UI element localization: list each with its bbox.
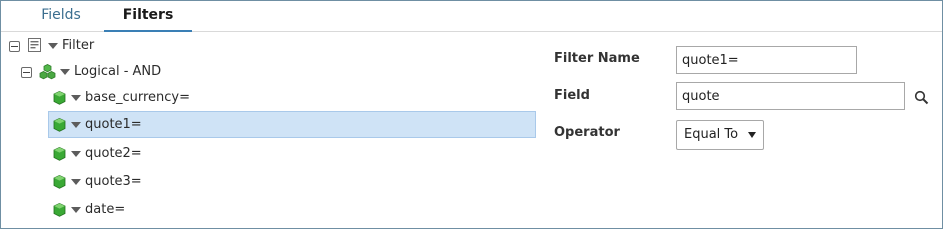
collapse-toggle-icon[interactable] bbox=[9, 41, 20, 52]
field-label: Field bbox=[554, 88, 590, 103]
operator-select[interactable]: Equal To bbox=[676, 120, 764, 150]
tree-item[interactable]: quote3= bbox=[53, 171, 253, 193]
green-cube-icon bbox=[53, 203, 66, 217]
tree-root-label: Filter bbox=[62, 38, 95, 53]
tree-item-label: quote2= bbox=[85, 146, 142, 161]
chevron-down-icon[interactable] bbox=[71, 179, 81, 185]
tree-item[interactable]: base_currency= bbox=[53, 87, 253, 109]
tab-bar: Fields Filters bbox=[1, 1, 942, 32]
tree-group-logical-and[interactable]: Logical - AND bbox=[21, 61, 241, 83]
chevron-down-icon[interactable] bbox=[71, 95, 81, 101]
field-input[interactable] bbox=[676, 82, 905, 110]
tree-root-filter[interactable]: Filter bbox=[9, 35, 209, 57]
filter-name-label: Filter Name bbox=[554, 51, 640, 66]
tab-filters[interactable]: Filters bbox=[104, 1, 192, 32]
operator-selected-value: Equal To bbox=[684, 127, 739, 142]
green-cube-icon bbox=[53, 175, 66, 189]
search-icon[interactable] bbox=[914, 90, 929, 105]
tree-group-label: Logical - AND bbox=[74, 64, 162, 79]
collapse-toggle-icon[interactable] bbox=[21, 67, 32, 78]
tree-item-label: base_currency= bbox=[85, 90, 191, 105]
operator-label: Operator bbox=[554, 125, 620, 140]
green-cube-icon bbox=[53, 147, 66, 161]
filter-document-icon bbox=[28, 38, 41, 52]
green-cube-icon bbox=[53, 118, 66, 132]
tree-item-selected[interactable]: quote1= bbox=[53, 114, 253, 136]
tree-item[interactable]: quote2= bbox=[53, 143, 253, 165]
chevron-down-icon[interactable] bbox=[71, 207, 81, 213]
tab-fields[interactable]: Fields bbox=[19, 1, 103, 30]
green-cube-icon bbox=[53, 91, 66, 105]
tree-item[interactable]: date= bbox=[53, 199, 253, 221]
logical-group-cubes-icon bbox=[39, 64, 56, 80]
chevron-down-icon[interactable] bbox=[60, 69, 70, 75]
chevron-down-icon[interactable] bbox=[48, 43, 58, 49]
filter-name-input[interactable] bbox=[676, 46, 857, 74]
chevron-down-icon[interactable] bbox=[71, 122, 81, 128]
tree-item-label: quote1= bbox=[85, 117, 142, 132]
tree-item-label: date= bbox=[85, 202, 126, 217]
tree-item-label: quote3= bbox=[85, 174, 142, 189]
dropdown-arrow-icon bbox=[748, 132, 756, 138]
filter-editor-panel: Fields Filters Filter Logical - AND base… bbox=[0, 0, 943, 229]
chevron-down-icon[interactable] bbox=[71, 151, 81, 157]
